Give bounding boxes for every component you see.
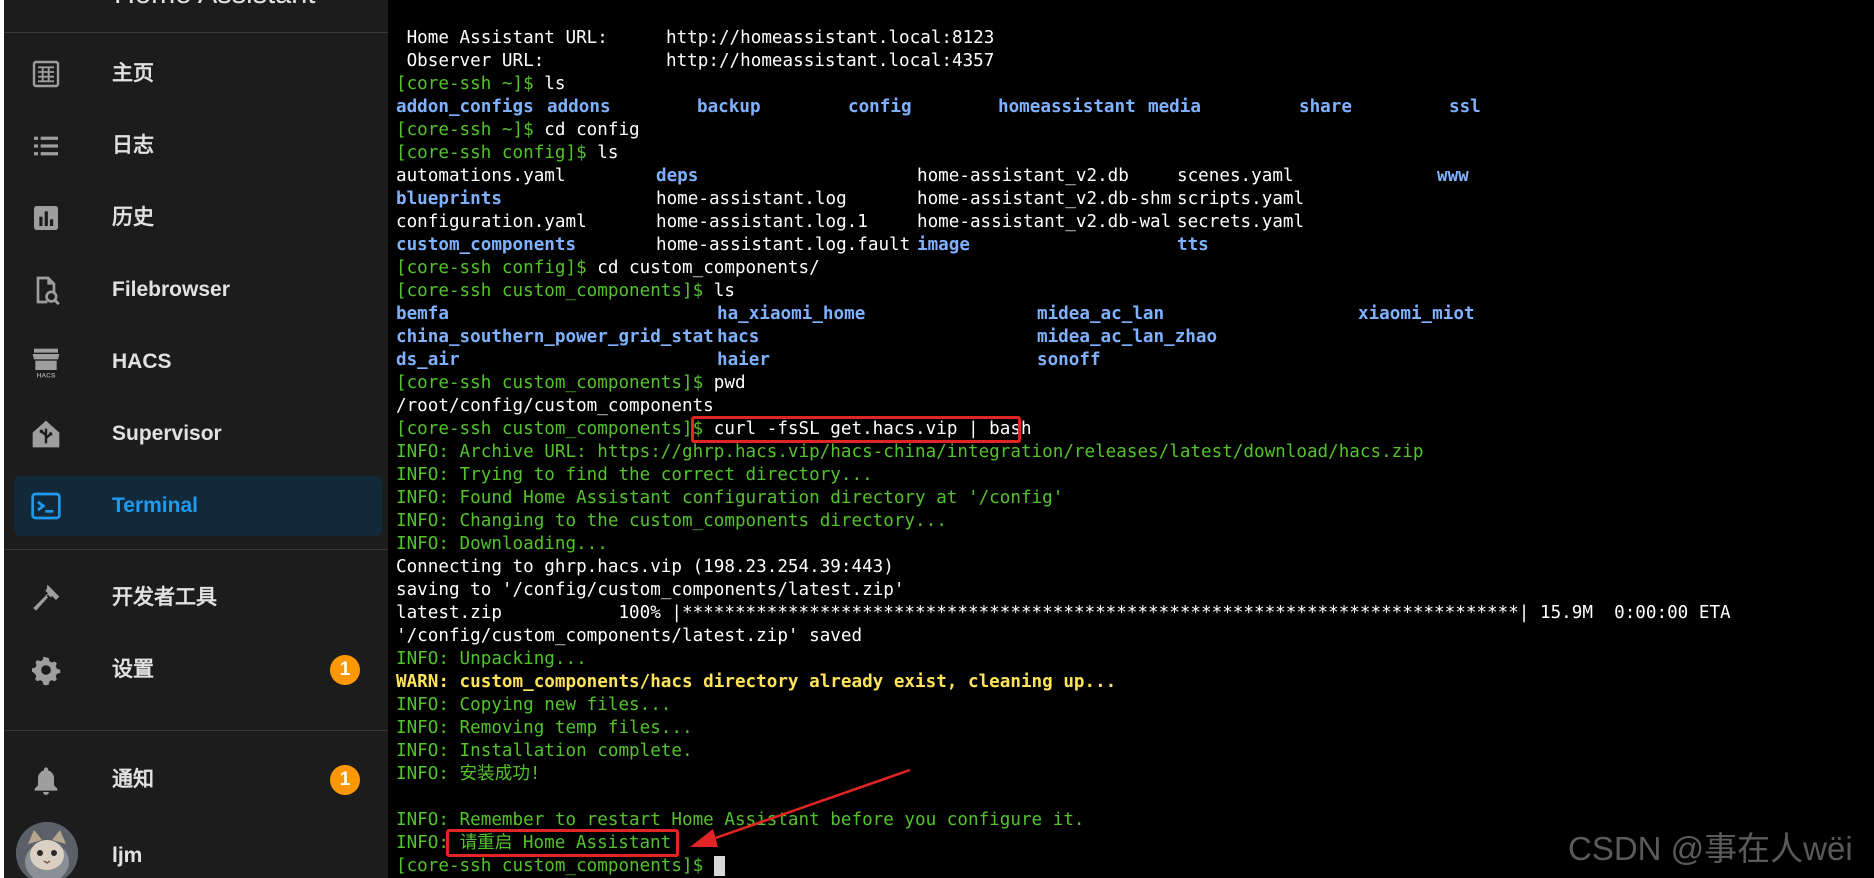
watermark: CSDN @事在人wëi [1568, 830, 1853, 867]
dashboard-icon [30, 58, 62, 90]
annotation-arrow [690, 768, 911, 847]
sidebar-item-label: 历史 [112, 206, 154, 229]
sidebar-item-terminal[interactable]: Terminal [14, 476, 382, 536]
terminal-window[interactable]: Home Assistant URL: http://homeassistant.… [388, 0, 1874, 878]
settings-badge: 1 [330, 655, 360, 685]
history-icon [30, 202, 62, 234]
gear-icon [30, 654, 62, 686]
file-search-icon [30, 274, 62, 306]
hacs-icon: HACS [30, 346, 62, 378]
sidebar-title: Home Assistant [114, 0, 315, 11]
sidebar-divider [4, 32, 388, 33]
sidebar-item-history[interactable]: 历史 [14, 188, 382, 248]
sidebar-divider [4, 730, 388, 731]
avatar[interactable] [16, 822, 78, 878]
bell-icon [30, 764, 62, 796]
notifications-label: 通知 [112, 768, 154, 791]
sidebar-item-label: Terminal [112, 494, 198, 517]
sidebar-item-label: Filebrowser [112, 278, 230, 301]
sidebar-item-notifications[interactable]: 通知 1 [14, 750, 382, 810]
user-name-item[interactable]: ljm [94, 826, 294, 878]
terminal-icon [30, 490, 62, 522]
sidebar: Home Assistant 主页 日志 历史 Filebrowser HACS… [0, 0, 388, 878]
sidebar-item-developer-tools[interactable]: 开发者工具 [14, 568, 382, 628]
sidebar-item-filebrowser[interactable]: Filebrowser [14, 260, 382, 320]
supervisor-icon [30, 418, 62, 450]
sidebar-item-label: 主页 [112, 62, 154, 85]
sidebar-item-label: 设置 [112, 658, 154, 681]
sidebar-item-hacs[interactable]: HACS HACS [14, 332, 382, 392]
sidebar-item-label: Supervisor [112, 422, 222, 445]
sidebar-item-overview[interactable]: 主页 [14, 44, 382, 104]
sidebar-item-label: HACS [112, 350, 172, 373]
sidebar-item-logbook[interactable]: 日志 [14, 116, 382, 176]
hammer-icon [30, 582, 62, 614]
logbook-icon [30, 130, 62, 162]
sidebar-divider [4, 549, 388, 550]
sidebar-item-settings[interactable]: 设置 1 [14, 640, 382, 700]
sidebar-item-label: 开发者工具 [112, 586, 217, 609]
user-name: ljm [112, 844, 143, 867]
notifications-badge: 1 [330, 765, 360, 795]
sidebar-item-label: 日志 [112, 134, 154, 157]
svg-text:HACS: HACS [37, 372, 56, 378]
sidebar-item-supervisor[interactable]: Supervisor [14, 404, 382, 464]
